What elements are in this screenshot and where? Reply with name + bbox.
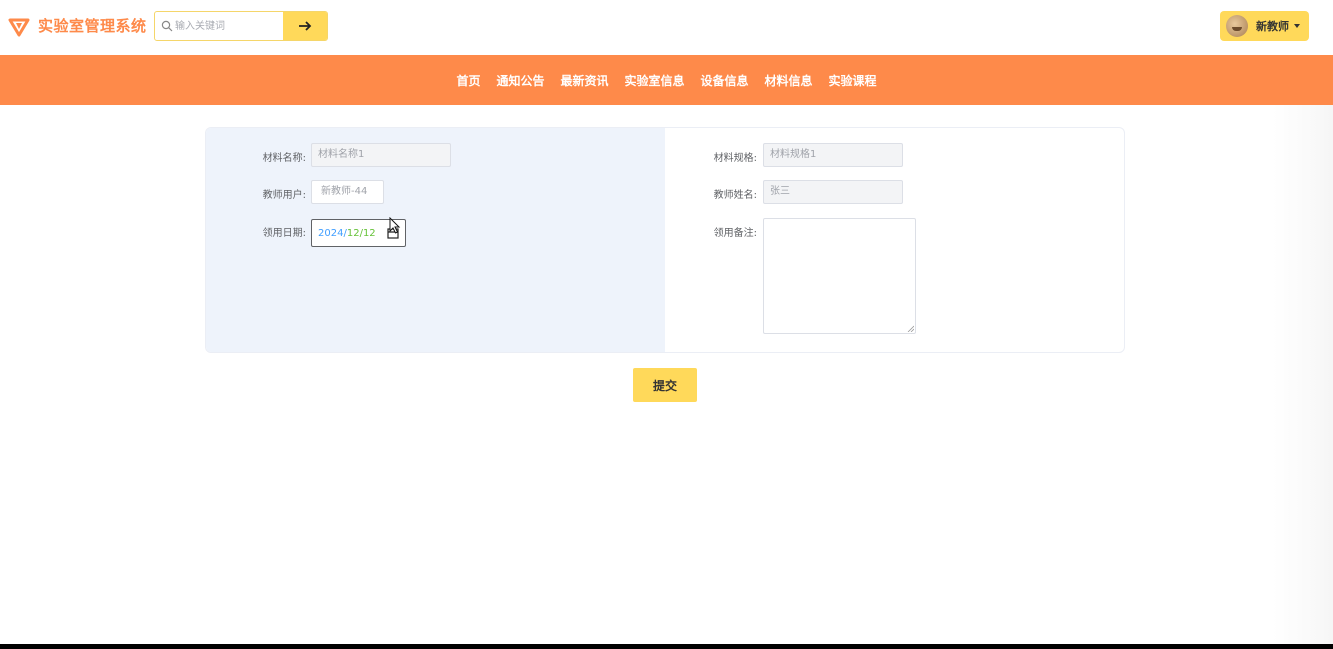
search-icon	[161, 20, 173, 32]
bottom-edge	[0, 644, 1333, 649]
date-month: 12	[346, 227, 360, 239]
search-box	[154, 11, 328, 41]
avatar	[1226, 15, 1248, 37]
receive-date-label: 领用日期:	[262, 228, 306, 239]
user-name: 新教师	[1256, 20, 1289, 33]
material-name-label: 材料名称:	[262, 153, 306, 164]
resize-grip-icon[interactable]	[907, 325, 914, 332]
top-bar: 实验室管理系统 新教师	[0, 0, 1333, 55]
nav-list: 首页 通知公告 最新资讯 实验室信息 设备信息 材料信息 实验课程	[0, 55, 1333, 105]
date-year: 2024	[318, 227, 344, 239]
teacher-user-field[interactable]: 新教师-44	[311, 180, 384, 204]
nav-bar: 首页 通知公告 最新资讯 实验室信息 设备信息 材料信息 实验课程	[0, 55, 1333, 105]
nav-item-courses[interactable]: 实验课程	[829, 72, 877, 89]
remark-textarea[interactable]	[763, 218, 916, 334]
teacher-name-label: 教师姓名:	[713, 190, 757, 201]
nav-item-equipment[interactable]: 设备信息	[701, 72, 749, 89]
nav-item-materials[interactable]: 材料信息	[765, 72, 813, 89]
app-title: 实验室管理系统	[38, 17, 147, 35]
logo-icon	[8, 18, 30, 37]
nav-item-labs[interactable]: 实验室信息	[624, 72, 684, 89]
material-spec-label: 材料规格:	[713, 153, 757, 164]
mouse-pointer-icon	[389, 217, 401, 234]
user-menu[interactable]: 新教师	[1220, 11, 1309, 41]
search-input[interactable]	[175, 12, 283, 40]
right-edge-shade	[1273, 105, 1333, 644]
material-name-field[interactable]: 材料名称1	[311, 143, 451, 167]
teacher-user-label: 教师用户:	[262, 190, 306, 201]
nav-item-news[interactable]: 最新资讯	[560, 72, 608, 89]
material-form-card: 材料名称: 材料名称1 材料规格: 材料规格1 教师用户: 新教师-44 教师姓…	[205, 127, 1125, 353]
teacher-name-field[interactable]: 张三	[763, 180, 903, 204]
date-day: 12	[362, 227, 376, 239]
nav-item-notices[interactable]: 通知公告	[496, 72, 544, 89]
arrow-right-icon	[299, 21, 312, 31]
submit-button[interactable]: 提交	[633, 368, 697, 402]
search-button[interactable]	[283, 12, 327, 40]
remark-label: 领用备注:	[713, 228, 757, 239]
material-spec-field[interactable]: 材料规格1	[763, 143, 903, 167]
caret-down-icon	[1294, 24, 1300, 28]
nav-item-home[interactable]: 首页	[456, 72, 480, 89]
